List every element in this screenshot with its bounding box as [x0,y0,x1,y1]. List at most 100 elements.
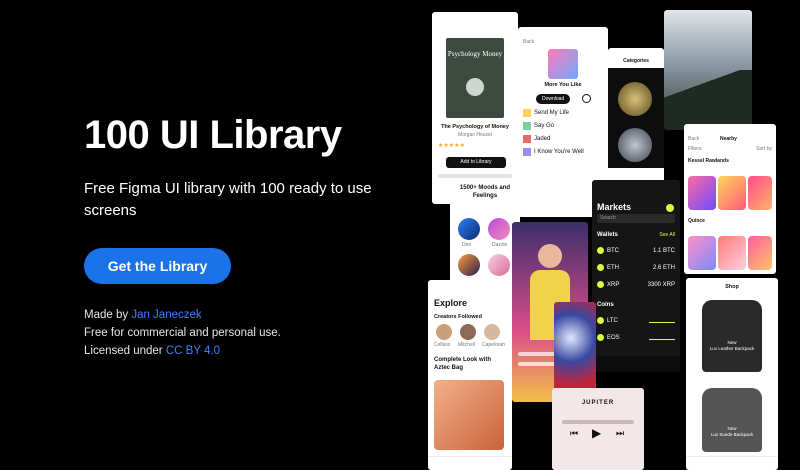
moods-title: 1500+ Moods and Feelings [459,185,511,199]
rewind-icon[interactable]: ⏮ [570,428,578,439]
get-library-button[interactable]: Get the Library [84,248,231,284]
product-image[interactable] [688,236,716,270]
mood-bubble[interactable] [458,218,480,240]
mood-bubble[interactable] [488,254,510,276]
sort-button[interactable]: Sort by [756,146,772,152]
comment-bar [518,362,558,366]
mood-bubble[interactable] [488,218,510,240]
creator-name: Capelorah [482,342,506,348]
mood-label: Dazzle [492,242,508,248]
wallet-row[interactable]: BTC 1.1 BTC [597,242,675,259]
coin-amount: 1.1 BTC [652,247,675,254]
play-icon[interactable]: ▶ [592,426,601,440]
avatar[interactable] [460,324,476,340]
track-item[interactable]: Say Go [523,122,603,130]
author-link[interactable]: Jan Janeczek [131,309,201,321]
music-heading: More You Like [544,82,582,88]
album-art [548,49,578,79]
see-all-link[interactable]: See All [659,232,675,238]
categories-screen: Categories [608,48,664,188]
coin-row[interactable]: LTC [597,312,675,329]
product-image[interactable] [748,176,772,210]
coin-symbol: EOS [607,334,620,341]
product-photo[interactable] [434,380,504,450]
made-by-label: Made by [84,309,132,321]
mountain-image [664,70,752,130]
back-link[interactable]: Back [688,136,699,142]
book-screen: Psychology Money The Psychology of Money… [432,12,518,204]
coin-icon [597,334,604,341]
product-image[interactable] [748,236,772,270]
tab-bar [686,456,778,470]
license-link[interactable]: CC BY 4.0 [166,345,220,357]
track-title: Jaded [534,136,551,142]
explore-title: Explore [434,298,468,308]
track-art [523,135,531,143]
product-image[interactable] [718,176,746,210]
product-name: Lux Leather Backpack [709,346,755,351]
coin-amount: 2.6 ETH [652,264,675,271]
cover-emblem-icon [466,78,484,96]
creators-heading: Creators Followed [434,314,482,320]
explore-card-title: Complete Look with Aztec Bag [434,357,491,371]
moods-screen: 1500+ Moods and Feelings Deo Dazzle [450,178,520,284]
player-screen: JUPITER ⏮ ▶ ⏭ [552,388,644,470]
backpack-image[interactable]: New Lux Leather Backpack [702,300,762,372]
hero-section: 100 UI Library Free Figma UI library wit… [84,0,414,470]
wallet-row[interactable]: XRP 3300 XRP [597,276,675,293]
shop-title: Shop [725,284,739,290]
mood-bubble[interactable] [458,254,480,276]
watch-image [618,82,652,116]
coins-heading: Coins [597,302,614,308]
coin-row[interactable]: EOS [597,329,675,346]
search-input[interactable]: Search [597,214,675,223]
profile-icon[interactable] [666,204,674,212]
back-link[interactable]: Back [523,39,534,45]
coin-icon [597,317,604,324]
seller-name: Quince [688,218,705,224]
sparkline [649,336,675,340]
book-author: Morgan Housel [458,132,492,138]
track-item[interactable]: Jaded [523,135,603,143]
usage-line: Free for commercial and personal use. [84,327,281,339]
track-art [523,148,531,156]
product-image[interactable] [688,176,716,210]
coin-icon [597,281,604,288]
page-title: 100 UI Library [84,113,342,157]
track-item[interactable]: I Know You're Well [523,148,603,156]
book-title: The Psychology of Money [441,124,509,130]
coin-amount: 3300 XRP [647,281,675,288]
backpack-image[interactable]: New Lux Suede Backpack [702,388,762,452]
add-to-library-button[interactable]: Add to Library [446,157,506,168]
seller-name: Kessel Rawlands [688,158,729,164]
book-cover-text: Psychology Money [447,50,503,58]
coin-symbol: LTC [607,317,618,324]
progress-bar[interactable] [562,420,634,424]
filters-button[interactable]: Filters [688,146,702,152]
markets-screen: Markets Search Wallets See All BTC 1.1 B… [592,180,680,372]
track-item[interactable]: Send My Life [523,109,603,117]
coin-list: LTC EOS [597,312,675,346]
wallet-row[interactable]: ETH 2.6 ETH [597,259,675,276]
heart-icon[interactable] [582,94,591,103]
download-button[interactable]: Download [536,94,571,104]
wallet-list: BTC 1.1 BTC ETH 2.6 ETH XRP 3300 XRP [597,242,675,293]
product-name: Lux Suede Backpack [710,432,754,437]
tab-bar [428,456,512,470]
product-image[interactable] [718,236,746,270]
watch-image [618,128,652,162]
avatar[interactable] [436,324,452,340]
art-screen [554,302,596,392]
forward-icon[interactable]: ⏭ [616,428,624,439]
track-art [523,122,531,130]
explore-screen: Explore Creators Followed Cellass Mitche… [428,280,512,470]
license-line: Licensed under CC BY 4.0 [84,342,281,360]
filters-screen: Back Nearby Filters Sort by Kessel Rawla… [684,124,776,274]
track-list: Send My Life Say Go Jaded I Know You're … [523,109,603,156]
wallets-heading: Wallets [597,232,618,238]
mood-label: Deo [462,242,472,248]
credits: Made by Jan Janeczek Free for commercial… [84,306,281,360]
avatar[interactable] [484,324,500,340]
location-selector[interactable]: Nearby [720,136,737,142]
license-label: Licensed under [84,345,166,357]
